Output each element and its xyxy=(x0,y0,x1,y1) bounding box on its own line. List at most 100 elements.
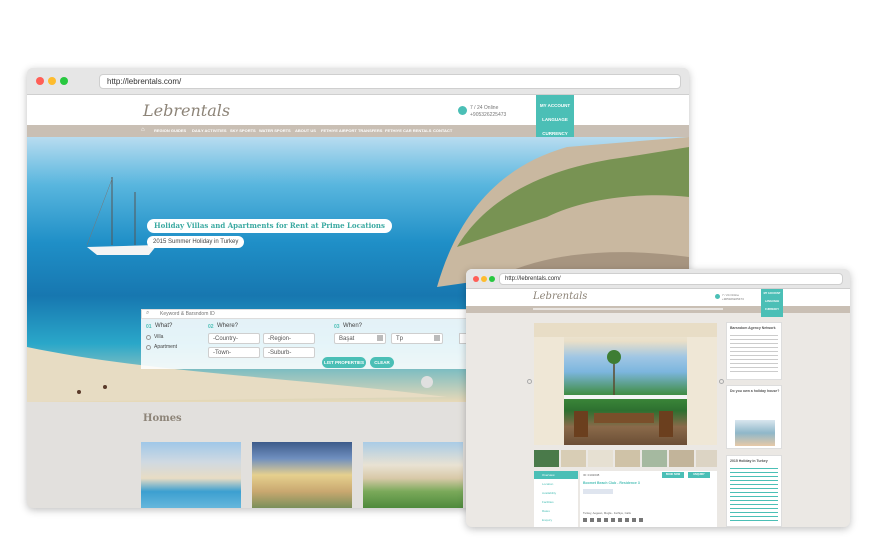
hero-headline: Holiday Villas and Apartments for Rent a… xyxy=(147,219,392,233)
own-house-title: Do you own a holiday house? xyxy=(730,389,780,393)
nav-daily-activities[interactable]: DAILY ACTIVITIES xyxy=(192,128,227,133)
currency-link[interactable]: CURRENCY xyxy=(536,131,574,136)
maximize-dot-icon[interactable] xyxy=(489,276,495,282)
photo-thumbnail[interactable] xyxy=(642,450,667,467)
own-house-box: Do you own a holiday house? xyxy=(726,385,782,449)
address-bar[interactable]: http://lebrentals.com/ xyxy=(499,273,843,285)
close-dot-icon[interactable] xyxy=(36,77,44,85)
villa-radio[interactable] xyxy=(146,335,151,340)
site-logo[interactable]: Lebrentals xyxy=(143,101,230,120)
homes-heading: Homes xyxy=(143,413,182,424)
close-dot-icon[interactable] xyxy=(473,276,479,282)
photo-thumbnail[interactable] xyxy=(534,450,559,467)
photo-thumbnail[interactable] xyxy=(696,450,717,467)
nav-airport-transfers[interactable]: FETHIYE AIRPORT TRANSFERS xyxy=(321,128,382,133)
tab-overview[interactable]: Overview xyxy=(534,471,578,479)
property-main-photo[interactable] xyxy=(534,323,717,445)
photo-thumbnail[interactable] xyxy=(588,450,613,467)
villa-option: Villa xyxy=(154,334,164,340)
social-buttons[interactable] xyxy=(583,489,613,494)
detail-browser-window: http://lebrentals.com/ Lebrentals 7 / 24… xyxy=(466,269,850,527)
keyword-input[interactable] xyxy=(141,309,467,319)
terrace-scene xyxy=(534,323,717,445)
currency-link[interactable]: CURRENCY xyxy=(761,308,783,311)
main-nav: ⌂ REGION GUIDES DAILY ACTIVITIES SKY SPO… xyxy=(27,125,689,137)
browser-toolbar: http://lebrentals.com/ xyxy=(466,269,850,289)
apartment-radio[interactable] xyxy=(146,345,151,350)
photo-thumbnail[interactable] xyxy=(615,450,640,467)
house-in-hand-image xyxy=(735,420,775,446)
book-now-button[interactable]: BOOK NOW xyxy=(662,472,684,478)
nav-contact[interactable]: CONTACT xyxy=(433,128,452,133)
tab-availability[interactable]: Availability xyxy=(534,490,578,497)
region-select[interactable]: -Region- xyxy=(263,333,315,344)
suburb-select[interactable]: -Suburb- xyxy=(263,347,315,358)
nav-sky-sports[interactable]: SKY SPORTS xyxy=(230,128,256,133)
when-number: 03 xyxy=(334,324,340,330)
hero-subline: 2015 Summer Holiday in Turkey xyxy=(147,236,245,248)
photo-thumbnail[interactable] xyxy=(669,450,694,467)
calendar-icon[interactable] xyxy=(434,335,440,341)
my-account-link[interactable]: MY ACCOUNT xyxy=(536,103,574,108)
holiday-turkey-box: 2015 Holiday in Turkey xyxy=(726,455,782,527)
minimize-dot-icon[interactable] xyxy=(481,276,487,282)
amenity-icons xyxy=(583,518,643,522)
contact-phone: +905326225473 xyxy=(722,297,744,301)
photo-thumbnail[interactable] xyxy=(561,450,586,467)
tab-facilities[interactable]: Facilities xyxy=(534,499,578,506)
account-menu: MY ACCOUNT LANGUAGE CURRENCY xyxy=(761,289,783,317)
agency-network-title: Barsndom Agency Network xyxy=(730,326,776,330)
next-arrow-icon[interactable] xyxy=(719,379,724,384)
nav-water-sports[interactable]: WATER SPORTS xyxy=(259,128,291,133)
country-select[interactable]: -Country- xyxy=(208,333,260,344)
property-info: ID: 0102038 BOOK NOW ENQUIRY Boomet Beac… xyxy=(580,471,717,527)
detail-tabs: Overview Location Availability Facilitie… xyxy=(534,471,578,527)
search-panel: ⌕ 01 What? Villa Apartment 02 Where? -Co… xyxy=(141,309,467,369)
contact-phone: +905326225473 xyxy=(470,112,507,118)
prev-arrow-icon[interactable] xyxy=(527,379,532,384)
nav-region-guides[interactable]: REGION GUIDES xyxy=(154,128,186,133)
when-label: When? xyxy=(343,323,363,329)
nav-about-us[interactable]: ABOUT US xyxy=(295,128,316,133)
tab-enquiry[interactable]: Enquiry xyxy=(534,517,578,524)
phone-icon xyxy=(458,106,467,115)
calendar-icon[interactable] xyxy=(377,335,383,341)
tab-rates[interactable]: Rates xyxy=(534,508,578,515)
holiday-turkey-title: 2015 Holiday in Turkey xyxy=(730,459,768,463)
where-label: Where? xyxy=(217,323,239,329)
site-header xyxy=(466,289,850,306)
town-select[interactable]: -Town- xyxy=(208,347,260,358)
home-thumbnail[interactable] xyxy=(252,442,352,508)
browser-toolbar: http://lebrentals.com/ xyxy=(27,68,689,95)
agency-network-text xyxy=(730,335,778,375)
home-icon[interactable]: ⌂ xyxy=(141,127,145,133)
tab-location[interactable]: Location xyxy=(534,481,578,488)
property-id: ID: 0102038 xyxy=(583,473,600,477)
holiday-turkey-links[interactable] xyxy=(730,468,778,524)
site-header xyxy=(27,95,689,125)
nav-car-rentals[interactable]: FETHIYE CAR RENTALS xyxy=(385,128,431,133)
agency-network-box: Barsndom Agency Network xyxy=(726,322,782,380)
home-thumbnail[interactable] xyxy=(141,442,241,508)
nav-links-strip[interactable] xyxy=(533,308,723,310)
maximize-dot-icon[interactable] xyxy=(60,77,68,85)
where-number: 02 xyxy=(208,324,214,330)
home-thumbnail[interactable] xyxy=(363,442,463,508)
address-bar[interactable]: http://lebrentals.com/ xyxy=(99,74,681,89)
language-link[interactable]: LANGUAGE xyxy=(761,300,783,303)
list-properties-button[interactable]: LIST PROPERTIES xyxy=(322,357,366,368)
enquiry-button[interactable]: ENQUIRY xyxy=(688,472,710,478)
language-link[interactable]: LANGUAGE xyxy=(536,117,574,122)
property-address: Turkey, Aegean, Mugla - Fethiye, Calis xyxy=(583,511,631,515)
site-logo[interactable]: Lebrentals xyxy=(533,291,587,302)
property-title: Boomet Beach Club - Residence 3 xyxy=(583,481,640,485)
contact-hours: 7 / 24 Online xyxy=(470,105,499,111)
what-label: What? xyxy=(155,323,173,329)
search-icon: ⌕ xyxy=(146,310,150,316)
minimize-dot-icon[interactable] xyxy=(48,77,56,85)
clear-button[interactable]: CLEAR xyxy=(370,357,394,368)
phone-icon xyxy=(715,294,720,299)
my-account-link[interactable]: MY ACCOUNT xyxy=(761,292,783,295)
what-number: 01 xyxy=(146,324,152,330)
apartment-option: Apartment xyxy=(154,344,178,350)
